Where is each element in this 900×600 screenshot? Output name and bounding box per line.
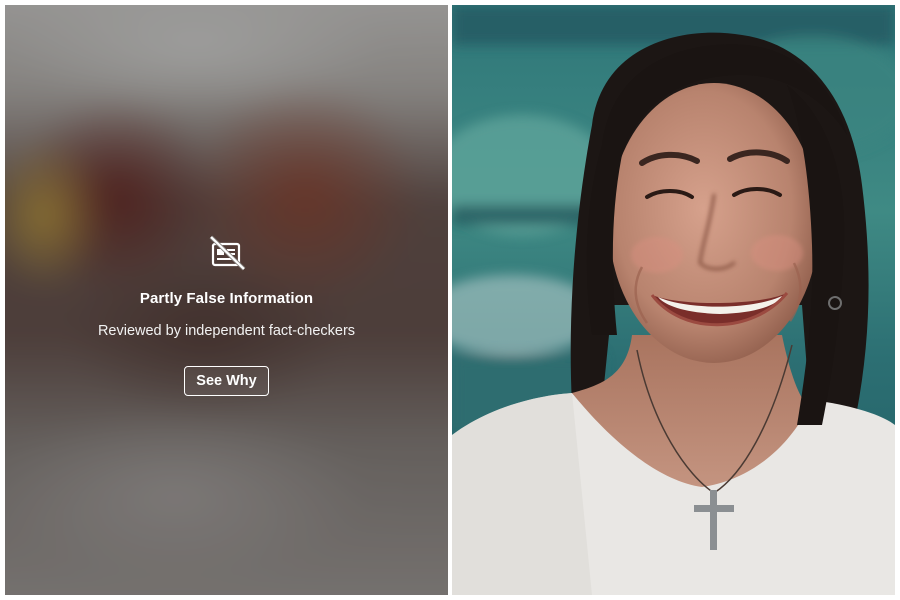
fact-check-title: Partly False Information [139, 290, 314, 307]
fact-check-warning-overlay: Partly False Information Reviewed by ind… [5, 235, 448, 396]
blurred-post-image: Partly False Information Reviewed by ind… [5, 5, 448, 595]
woman-photo [452, 5, 895, 595]
see-why-button[interactable]: See Why [184, 366, 269, 396]
no-news-icon [208, 235, 246, 271]
image-frame: Partly False Information Reviewed by ind… [0, 0, 900, 600]
woman-photo-illustration [452, 5, 895, 595]
fact-check-subtitle: Reviewed by independent fact-checkers [97, 323, 356, 339]
